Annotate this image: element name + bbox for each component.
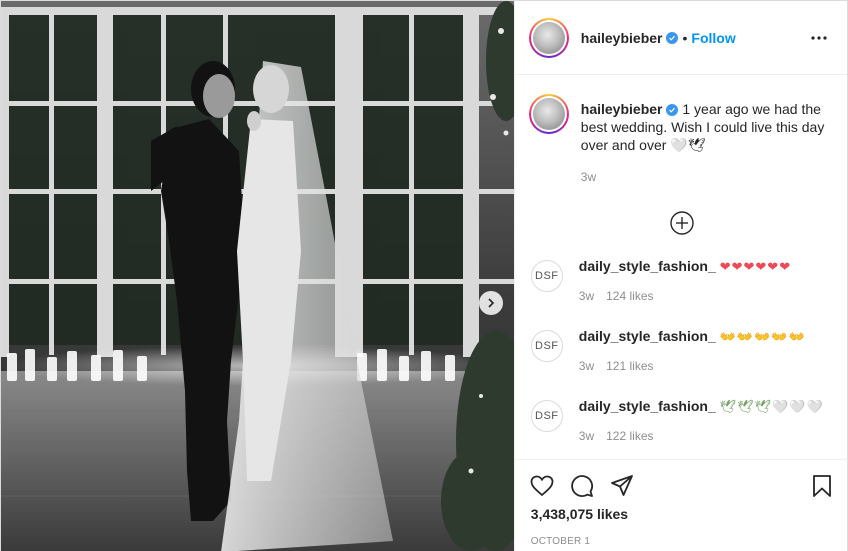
caption-avatar[interactable] bbox=[528, 94, 569, 134]
follow-button[interactable]: Follow bbox=[691, 30, 735, 46]
commenter-username[interactable]: daily_style_fashion_ bbox=[579, 328, 716, 344]
bookmark-icon[interactable] bbox=[809, 473, 835, 499]
separator-dot: • bbox=[682, 29, 688, 46]
plus-circle-icon[interactable] bbox=[669, 210, 695, 236]
comment-timestamp: 3w bbox=[578, 289, 595, 303]
comment-text: ❤❤❤❤❤❤ bbox=[719, 259, 792, 274]
action-bar bbox=[515, 460, 848, 504]
post-caption: haileybieber 1 year ago we had the best … bbox=[515, 76, 848, 186]
comments-list[interactable]: haileybieber 1 year ago we had the best … bbox=[515, 76, 848, 459]
comment-likes[interactable]: 122 likes bbox=[606, 429, 653, 443]
comment-timestamp: 3w bbox=[578, 359, 595, 373]
chevron-right-icon bbox=[488, 298, 495, 308]
comment-likes[interactable]: 124 likes bbox=[606, 289, 653, 303]
post-date[interactable]: OCTOBER 1 bbox=[515, 522, 848, 547]
post-actions-section: 3,438,075 likes OCTOBER 1 bbox=[514, 459, 848, 551]
heart-outline-icon[interactable] bbox=[529, 473, 555, 499]
wedding-photo bbox=[1, 1, 514, 551]
paper-plane-icon[interactable] bbox=[609, 473, 635, 499]
next-photo-button[interactable] bbox=[479, 291, 503, 315]
verified-badge-icon bbox=[666, 104, 679, 117]
post-photo[interactable] bbox=[1, 1, 514, 551]
caption-username[interactable]: haileybieber bbox=[581, 101, 663, 117]
commenter-avatar[interactable]: DSF bbox=[530, 330, 563, 362]
comment-text: 🕊🕊🕊🤍🤍🤍 bbox=[719, 399, 824, 414]
instagram-post: haileybieber • Follow haileybieber 1 yea… bbox=[0, 0, 848, 551]
post-header: haileybieber • Follow bbox=[514, 1, 847, 75]
load-more-comments[interactable] bbox=[515, 210, 848, 236]
comment-text: 👐👐👐👐👐 bbox=[719, 329, 806, 344]
profile-avatar[interactable] bbox=[528, 17, 569, 58]
comment-item: DSF daily_style_fashion_ ❤❤❤❤❤❤ 3w 124 li… bbox=[515, 258, 848, 328]
author-username[interactable]: haileybieber bbox=[581, 30, 663, 46]
commenter-avatar[interactable]: DSF bbox=[530, 260, 563, 292]
verified-badge-icon bbox=[666, 31, 679, 44]
comment-item: DSF daily_style_fashion_ 👐👐👐👐👐 3w 121 lik… bbox=[515, 328, 848, 398]
caption-timestamp: 3w bbox=[580, 170, 597, 184]
commenter-avatar[interactable]: DSF bbox=[530, 400, 563, 432]
comment-likes[interactable]: 121 likes bbox=[606, 359, 653, 373]
post-details-panel: haileybieber • Follow haileybieber 1 yea… bbox=[513, 1, 848, 551]
likes-count[interactable]: 3,438,075 likes bbox=[515, 504, 848, 522]
comment-bubble-icon[interactable] bbox=[569, 473, 595, 499]
comment-item: DSF daily_style_fashion_ 🕊🕊🕊🤍🤍🤍 3w 122 li… bbox=[515, 398, 848, 459]
more-options-icon[interactable] bbox=[807, 26, 831, 50]
comment-timestamp: 3w bbox=[578, 429, 595, 443]
commenter-username[interactable]: daily_style_fashion_ bbox=[579, 258, 716, 274]
commenter-username[interactable]: daily_style_fashion_ bbox=[579, 398, 716, 414]
